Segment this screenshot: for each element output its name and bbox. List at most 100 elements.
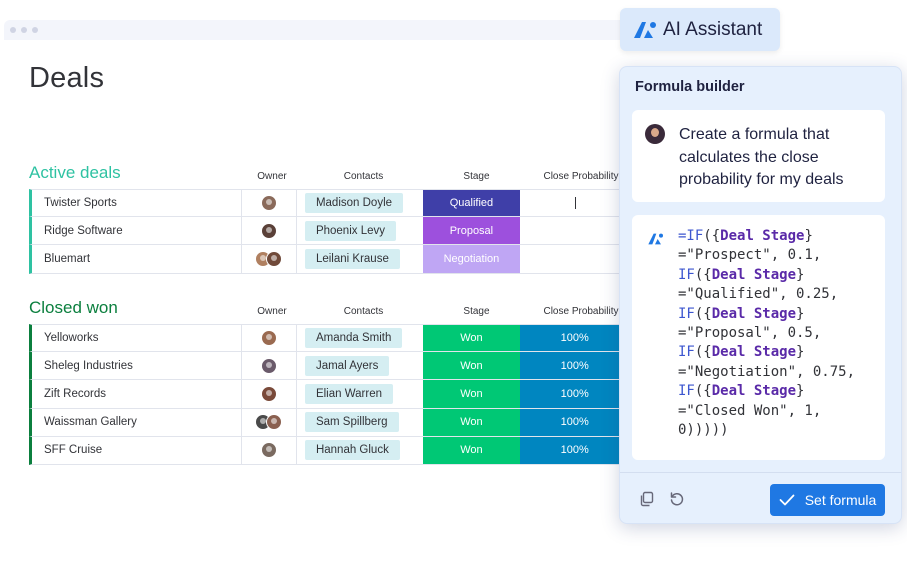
contact-cell[interactable]: Sam Spillberg [297, 409, 423, 436]
owner-cell[interactable] [242, 380, 297, 408]
formula-token: Deal Stage [711, 305, 797, 322]
user-avatar [645, 124, 665, 144]
formula-line: ="Qualified", 0.25, [678, 285, 883, 304]
stage-status[interactable]: Negotiation [422, 245, 521, 273]
owner-cell[interactable] [242, 408, 297, 436]
formula-token: ({ [694, 344, 712, 361]
column-header-stage[interactable]: Stage [427, 171, 526, 182]
contact-cell[interactable]: Phoenix Levy [297, 217, 423, 244]
owner-cell[interactable] [242, 325, 297, 352]
contact-chip[interactable]: Elian Warren [304, 383, 393, 404]
column-header-owner[interactable]: Owner [244, 171, 300, 182]
close-probability-cell[interactable] [520, 190, 629, 216]
owner-cell[interactable] [242, 190, 297, 217]
table-row[interactable]: Yelloworks Amanda Smith Won 100% [29, 324, 629, 353]
window-controls [10, 27, 38, 33]
close-probability-cell[interactable]: 100% [520, 352, 629, 380]
close-probability-cell[interactable] [520, 245, 629, 272]
owner-cell[interactable] [242, 217, 297, 245]
formula-line: 0))))) [678, 421, 883, 440]
window-dot[interactable] [21, 27, 27, 33]
stage-status[interactable]: Proposal [422, 217, 521, 245]
contact-chip[interactable]: Amanda Smith [304, 328, 403, 349]
close-probability-cell[interactable] [520, 217, 629, 244]
formula-token: IF [678, 344, 695, 361]
table-row[interactable]: Sheleg Industries Jamal Ayers Won 100% [29, 352, 629, 381]
contact-chip[interactable]: Hannah Gluck [304, 440, 400, 461]
deal-name[interactable]: Bluemart [32, 245, 242, 273]
formula-builder-panel: Formula builder Create a formula that ca… [619, 66, 902, 524]
table-row[interactable]: Ridge Software Phoenix Levy Proposal [29, 217, 629, 246]
stage-status[interactable]: Qualified [422, 190, 521, 217]
window-dot[interactable] [10, 27, 16, 33]
contact-cell[interactable]: Jamal Ayers [297, 352, 423, 379]
table-row[interactable]: SFF Cruise Hannah Gluck Won 100% [29, 436, 629, 465]
column-header-contacts[interactable]: Contacts [300, 306, 427, 317]
set-formula-label: Set formula [804, 492, 877, 508]
close-probability-cell[interactable]: 100% [520, 380, 629, 408]
column-header-stage[interactable]: Stage [427, 306, 526, 317]
formula-token: Deal Stage [711, 344, 797, 361]
formula-token: ({ [694, 305, 712, 322]
formula-token: ="Closed Won", 1, [678, 402, 822, 419]
deals-table-closed: Yelloworks Amanda Smith Won 100% Sheleg Indu… [29, 324, 629, 465]
stage-status[interactable]: Won [422, 352, 521, 380]
contact-cell[interactable]: Elian Warren [297, 380, 423, 407]
deal-name[interactable]: Waissman Gallery [32, 408, 242, 436]
stage-status[interactable]: Won [422, 408, 521, 436]
deal-name[interactable]: Sheleg Industries [32, 352, 242, 380]
formula-token: 0))))) [678, 422, 729, 439]
formula-token: ="Qualified", 0.25, [678, 286, 839, 303]
formula-token: Deal Stage [711, 266, 797, 283]
ai-assistant-logo-icon [648, 233, 663, 245]
deal-name[interactable]: Yelloworks [32, 325, 242, 352]
formula-line: IF({Deal Stage} [678, 382, 883, 401]
close-probability-cell[interactable]: 100% [520, 325, 629, 352]
table-row[interactable]: Bluemart Leilani Krause Negotiation [29, 245, 629, 274]
set-formula-button[interactable]: Set formula [770, 484, 885, 516]
ai-assistant-tag[interactable]: AI Assistant [620, 8, 780, 51]
group-title-active-deals[interactable]: Active deals [29, 163, 121, 183]
page-title: Deals [29, 62, 105, 94]
formula-token: } [796, 266, 805, 283]
stage-status[interactable]: Won [422, 325, 521, 352]
formula-line: IF({Deal Stage} [678, 266, 883, 285]
table-row[interactable]: Waissman Gallery Sam Spillberg Won 100% [29, 408, 629, 437]
deal-name[interactable]: Twister Sports [32, 190, 242, 217]
contact-cell[interactable]: Hannah Gluck [297, 437, 423, 464]
table-row[interactable]: Zift Records Elian Warren Won 100% [29, 380, 629, 409]
contact-chip[interactable]: Phoenix Levy [304, 220, 396, 241]
close-probability-cell[interactable]: 100% [520, 408, 629, 436]
window-title-bar [4, 20, 644, 40]
avatar [260, 385, 277, 402]
formula-token: } [796, 344, 805, 361]
table-row[interactable]: Twister Sports Madison Doyle Qualified [29, 189, 629, 218]
contact-chip[interactable]: Madison Doyle [304, 193, 404, 214]
prompt-text: Create a formula that calculates the clo… [679, 126, 844, 188]
group-title-closed-won[interactable]: Closed won [29, 298, 118, 318]
contact-chip[interactable]: Sam Spillberg [304, 412, 399, 433]
owner-cell[interactable] [242, 352, 297, 380]
formula-line: ="Proposal", 0.5, [678, 324, 883, 343]
copy-icon [640, 491, 654, 507]
contact-chip[interactable]: Jamal Ayers [304, 355, 390, 376]
contact-cell[interactable]: Madison Doyle [297, 190, 423, 216]
column-header-owner[interactable]: Owner [244, 306, 300, 317]
copy-button[interactable] [637, 489, 657, 509]
formula-code[interactable]: =IF({Deal Stage} ="Prospect", 0.1, IF({Dea… [678, 227, 883, 440]
close-probability-cell[interactable]: 100% [520, 436, 629, 464]
deal-name[interactable]: Zift Records [32, 380, 242, 408]
owner-cell[interactable] [242, 245, 297, 273]
regenerate-button[interactable] [667, 489, 687, 509]
deal-name[interactable]: Ridge Software [32, 217, 242, 245]
stage-status[interactable]: Won [422, 436, 521, 464]
contact-cell[interactable]: Leilani Krause [297, 245, 423, 272]
window-dot[interactable] [32, 27, 38, 33]
contact-chip[interactable]: Leilani Krause [304, 248, 400, 269]
column-header-contacts[interactable]: Contacts [300, 171, 427, 182]
owner-cell[interactable] [242, 436, 297, 464]
contact-cell[interactable]: Amanda Smith [297, 325, 423, 351]
deal-name[interactable]: SFF Cruise [32, 436, 242, 464]
formula-token: } [796, 305, 805, 322]
stage-status[interactable]: Won [422, 380, 521, 408]
